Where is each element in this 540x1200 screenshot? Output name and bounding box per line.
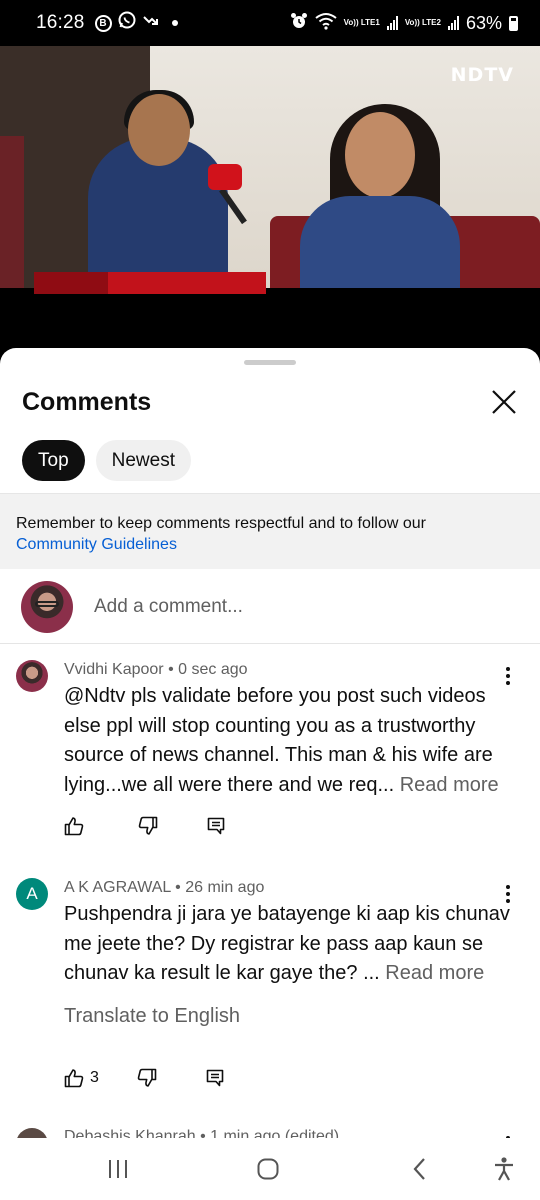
translate-link[interactable]: Translate to English bbox=[64, 1005, 240, 1028]
lte1-label: Vo)) LTE1 bbox=[343, 18, 380, 27]
b-icon: B bbox=[94, 14, 112, 32]
avatar-letter: A bbox=[26, 884, 38, 903]
add-comment-row[interactable] bbox=[0, 570, 540, 644]
channel-logo: NDTV bbox=[451, 64, 514, 86]
comment-avatar[interactable] bbox=[16, 1128, 48, 1138]
reply-icon bbox=[206, 1069, 224, 1087]
video-scene-reporter-face bbox=[345, 112, 415, 198]
like-button[interactable]: 3 bbox=[64, 1068, 99, 1088]
video-scene-person bbox=[0, 136, 24, 288]
sort-chips: Top Newest bbox=[22, 440, 191, 481]
video-player[interactable]: NDTV bbox=[0, 46, 540, 348]
community-guidelines-link[interactable]: Community Guidelines bbox=[16, 534, 524, 555]
signal1-icon bbox=[386, 16, 398, 30]
thumbs-down-icon bbox=[137, 1068, 157, 1087]
recent-apps-icon bbox=[109, 1160, 127, 1178]
comment-text[interactable]: Pushpendra ji jara ye batayenge ki aap k… bbox=[64, 900, 514, 989]
notice-text: Remember to keep comments respectful and… bbox=[16, 515, 426, 532]
chip-newest[interactable]: Newest bbox=[95, 440, 191, 481]
wifi-icon bbox=[315, 12, 337, 35]
channel-logo-text: NDTV bbox=[450, 64, 514, 86]
signal2-icon bbox=[447, 16, 459, 30]
notification-icons: B bbox=[94, 11, 178, 35]
whatsapp-icon bbox=[118, 11, 136, 35]
lte1-icon: Vo)) LTE1 bbox=[344, 19, 380, 27]
comments-title: Comments bbox=[22, 387, 152, 416]
video-scene-face bbox=[128, 94, 190, 166]
thumbs-up-icon bbox=[64, 1069, 84, 1088]
comment-time: 0 sec ago bbox=[178, 661, 248, 678]
like-count: 3 bbox=[90, 1069, 99, 1086]
read-more-link[interactable]: Read more bbox=[385, 962, 484, 984]
like-button[interactable] bbox=[64, 816, 84, 836]
comments-sheet: Comments Top Newest Remember to keep com… bbox=[0, 348, 540, 1138]
video-lower-third-tag bbox=[34, 272, 108, 294]
lte2-label: Vo)) LTE2 bbox=[404, 18, 441, 27]
add-comment-input[interactable] bbox=[94, 595, 474, 618]
thumbs-down-icon bbox=[138, 816, 158, 835]
home-icon bbox=[257, 1158, 279, 1180]
recent-apps-button[interactable] bbox=[88, 1138, 148, 1200]
sheet-header: Comments bbox=[22, 382, 522, 422]
back-button[interactable] bbox=[390, 1138, 450, 1200]
battery-percent: 63% bbox=[465, 12, 502, 33]
system-nav-bar bbox=[0, 1138, 540, 1200]
comment-time: 26 min ago bbox=[185, 879, 265, 896]
comment-item-partial: Debashis Khanrah • 1 min ago (edited) bbox=[0, 1126, 540, 1138]
dot-icon bbox=[171, 20, 178, 26]
read-more-link[interactable]: Read more bbox=[400, 774, 499, 796]
system-icons: Vo)) LTE1 Vo)) LTE2 63% bbox=[290, 12, 518, 35]
status-time: 16:28 bbox=[36, 12, 85, 33]
dislike-button[interactable] bbox=[138, 816, 158, 836]
comment-avatar[interactable] bbox=[16, 660, 48, 692]
video-scene-reporter bbox=[300, 196, 460, 288]
comment-meta: Vvidhi Kapoor • 0 sec ago bbox=[64, 661, 248, 678]
community-notice: Remember to keep comments respectful and… bbox=[0, 493, 540, 569]
battery-icon bbox=[509, 15, 518, 31]
close-icon bbox=[492, 390, 516, 414]
reply-button[interactable] bbox=[205, 1068, 225, 1088]
comment-actions bbox=[64, 816, 226, 836]
comment-meta: A K AGRAWAL • 26 min ago bbox=[64, 879, 265, 896]
reply-button[interactable] bbox=[206, 816, 226, 836]
comment-text[interactable]: @Ndtv pls validate before you post such … bbox=[64, 682, 514, 800]
missed-call-icon bbox=[142, 11, 160, 35]
home-button[interactable] bbox=[238, 1138, 298, 1200]
status-bar: 16:28 B Vo)) LTE1 Vo)) LTE2 63% bbox=[0, 0, 540, 46]
dislike-button[interactable] bbox=[137, 1068, 157, 1088]
avatar bbox=[21, 580, 73, 633]
comment-author[interactable]: Vvidhi Kapoor bbox=[64, 661, 164, 678]
comment-actions: 3 bbox=[64, 1068, 225, 1088]
drag-handle[interactable] bbox=[244, 360, 296, 365]
alarm-icon bbox=[290, 12, 308, 35]
lte2-icon: Vo)) LTE2 bbox=[405, 19, 441, 27]
comment-avatar[interactable]: A bbox=[16, 878, 48, 910]
close-button[interactable] bbox=[486, 384, 522, 420]
video-scene-mic bbox=[208, 164, 242, 190]
chip-top[interactable]: Top bbox=[22, 440, 85, 481]
comment-meta: Debashis Khanrah • 1 min ago (edited) bbox=[64, 1128, 340, 1138]
reply-icon bbox=[207, 817, 225, 835]
back-icon bbox=[413, 1158, 425, 1180]
accessibility-icon bbox=[495, 1157, 513, 1181]
thumbs-up-icon bbox=[64, 817, 84, 836]
accessibility-button[interactable] bbox=[474, 1138, 534, 1200]
comment-author[interactable]: A K AGRAWAL bbox=[64, 879, 171, 896]
video-frame: NDTV bbox=[0, 46, 540, 294]
